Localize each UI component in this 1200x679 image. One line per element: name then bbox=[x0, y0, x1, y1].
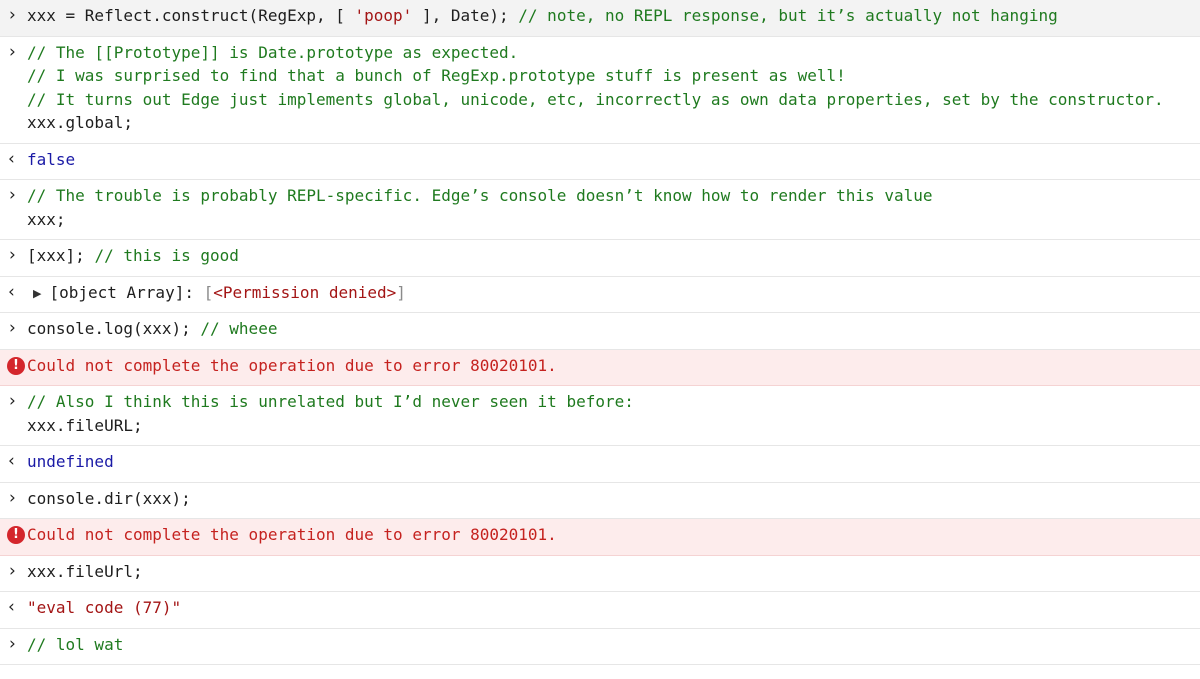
token-dim: [ bbox=[203, 282, 214, 302]
token-code: xxx; bbox=[27, 209, 66, 229]
token-code: [xxx]; bbox=[27, 246, 95, 265]
token-kw: false bbox=[27, 149, 76, 169]
console-line: xxx.fileURL; bbox=[27, 414, 1200, 438]
console-input-entry: › console.log(xxx); // wheee bbox=[0, 313, 1200, 350]
chevron-right-icon: › bbox=[9, 391, 16, 411]
token-code: [object Array]: bbox=[49, 282, 204, 302]
chevron-right-icon: › bbox=[9, 185, 16, 205]
chevron-left-icon: ‹ bbox=[8, 597, 15, 617]
token-code: xxx.global; bbox=[27, 113, 133, 132]
chevron-left-icon: ‹ bbox=[8, 148, 15, 169]
console-input-entry: › // The [[Prototype]] is Date.prototype … bbox=[0, 37, 1200, 144]
chevron-right-icon: › bbox=[9, 560, 16, 581]
chevron-right-icon: › bbox=[9, 41, 16, 62]
chevron-right-icon: › bbox=[9, 5, 16, 25]
console-line: Could not complete the operation due to … bbox=[27, 354, 1200, 378]
token-cmt: // note, no REPL response, but it’s actu… bbox=[518, 6, 1058, 25]
console-line: xxx; bbox=[27, 208, 1200, 232]
chevron-left-icon: ‹ bbox=[8, 281, 15, 302]
token-errtext: Could not complete the operation due to … bbox=[27, 525, 557, 544]
console-input-entry: › console.dir(xxx); bbox=[0, 483, 1200, 519]
token-dim: ] bbox=[396, 282, 406, 302]
console-input-entry: › xxx.fileUrl; bbox=[0, 556, 1200, 592]
console-input-entry: › // The trouble is probably REPL-specifi… bbox=[0, 180, 1200, 240]
token-code: xxx = Reflect.construct(RegExp, [ bbox=[27, 6, 355, 25]
token-cmt: // I was surprised to find that a bunch … bbox=[27, 66, 846, 85]
console-line: "eval code (77)" bbox=[27, 596, 1200, 620]
token-code: ], Date); bbox=[412, 6, 519, 25]
console-line: // Also I think this is unrelated but I’… bbox=[27, 390, 1200, 414]
console-output-entry: ‹ undefined bbox=[0, 446, 1200, 483]
token-kw: undefined bbox=[27, 452, 114, 471]
token-cmt: // The [[Prototype]] is Date.prototype a… bbox=[27, 42, 519, 62]
console-line: undefined bbox=[27, 450, 1200, 474]
token-str: "eval code (77)" bbox=[27, 598, 182, 617]
console-input-entry: › [xxx]; // this is good bbox=[0, 240, 1200, 277]
token-code: xxx.fileURL; bbox=[27, 415, 143, 435]
token-str: 'poop' bbox=[354, 6, 413, 25]
console-error-entry: ! Could not complete the operation due to… bbox=[0, 519, 1200, 556]
console-line: // lol wat bbox=[27, 633, 1200, 657]
token-cmt: // this is good bbox=[94, 246, 239, 265]
console-input-entry: › // Also I think this is unrelated but I… bbox=[0, 386, 1200, 446]
chevron-right-icon: › bbox=[9, 487, 16, 508]
console-output-entry: ‹ ▶ [object Array]: [<Permission denied>] bbox=[0, 277, 1200, 313]
console-line: // The trouble is probably REPL-specific… bbox=[27, 184, 1200, 208]
console-line: xxx.fileUrl; bbox=[27, 560, 1200, 584]
error-icon: ! bbox=[7, 526, 25, 544]
token-cmt: // The trouble is probably REPL-specific… bbox=[27, 186, 933, 205]
token-code: console.log(xxx); bbox=[27, 319, 201, 338]
token-str: <Permission denied> bbox=[213, 282, 397, 302]
console-input-entry: › xxx = Reflect.construct(RegExp, [ 'poop… bbox=[0, 0, 1200, 37]
chevron-right-icon: › bbox=[9, 318, 16, 338]
console-line: // It turns out Edge just implements glo… bbox=[27, 88, 1200, 112]
token-cmt: // Also I think this is unrelated but I’… bbox=[27, 392, 634, 411]
console-line: false bbox=[27, 148, 1200, 172]
token-cmt: // lol wat bbox=[27, 634, 124, 654]
console-output-entry: ‹ "eval code (77)" bbox=[0, 592, 1200, 629]
console-line: ▶ [object Array]: [<Permission denied>] bbox=[33, 281, 1200, 305]
chevron-right-icon: › bbox=[9, 633, 16, 654]
token-errtext: Could not complete the operation due to … bbox=[27, 355, 557, 375]
console-line: Could not complete the operation due to … bbox=[27, 523, 1200, 547]
chevron-left-icon: ‹ bbox=[8, 451, 15, 471]
expand-triangle-icon[interactable]: ▶ bbox=[33, 287, 41, 300]
chevron-right-icon: › bbox=[9, 245, 16, 265]
console-line: // I was surprised to find that a bunch … bbox=[27, 64, 1200, 88]
console-line: xxx = Reflect.construct(RegExp, [ 'poop'… bbox=[27, 4, 1200, 28]
console-line: console.dir(xxx); bbox=[27, 487, 1200, 511]
console-line: console.log(xxx); // wheee bbox=[27, 317, 1200, 341]
token-code: console.dir(xxx); bbox=[27, 488, 191, 508]
token-cmt: // It turns out Edge just implements glo… bbox=[27, 89, 1164, 109]
token-code: xxx.fileUrl; bbox=[27, 561, 143, 581]
console-error-entry: ! Could not complete the operation due to… bbox=[0, 349, 1200, 386]
console-output-entry: ‹ false bbox=[0, 144, 1200, 180]
console-line: xxx.global; bbox=[27, 111, 1200, 135]
console-log: › xxx = Reflect.construct(RegExp, [ 'poop… bbox=[0, 0, 1200, 665]
console-line: // The [[Prototype]] is Date.prototype a… bbox=[27, 41, 1200, 65]
console-line: [xxx]; // this is good bbox=[27, 244, 1200, 268]
token-cmt: // wheee bbox=[200, 319, 278, 338]
error-icon: ! bbox=[7, 356, 25, 375]
console-input-entry: › // lol wat bbox=[0, 629, 1200, 665]
